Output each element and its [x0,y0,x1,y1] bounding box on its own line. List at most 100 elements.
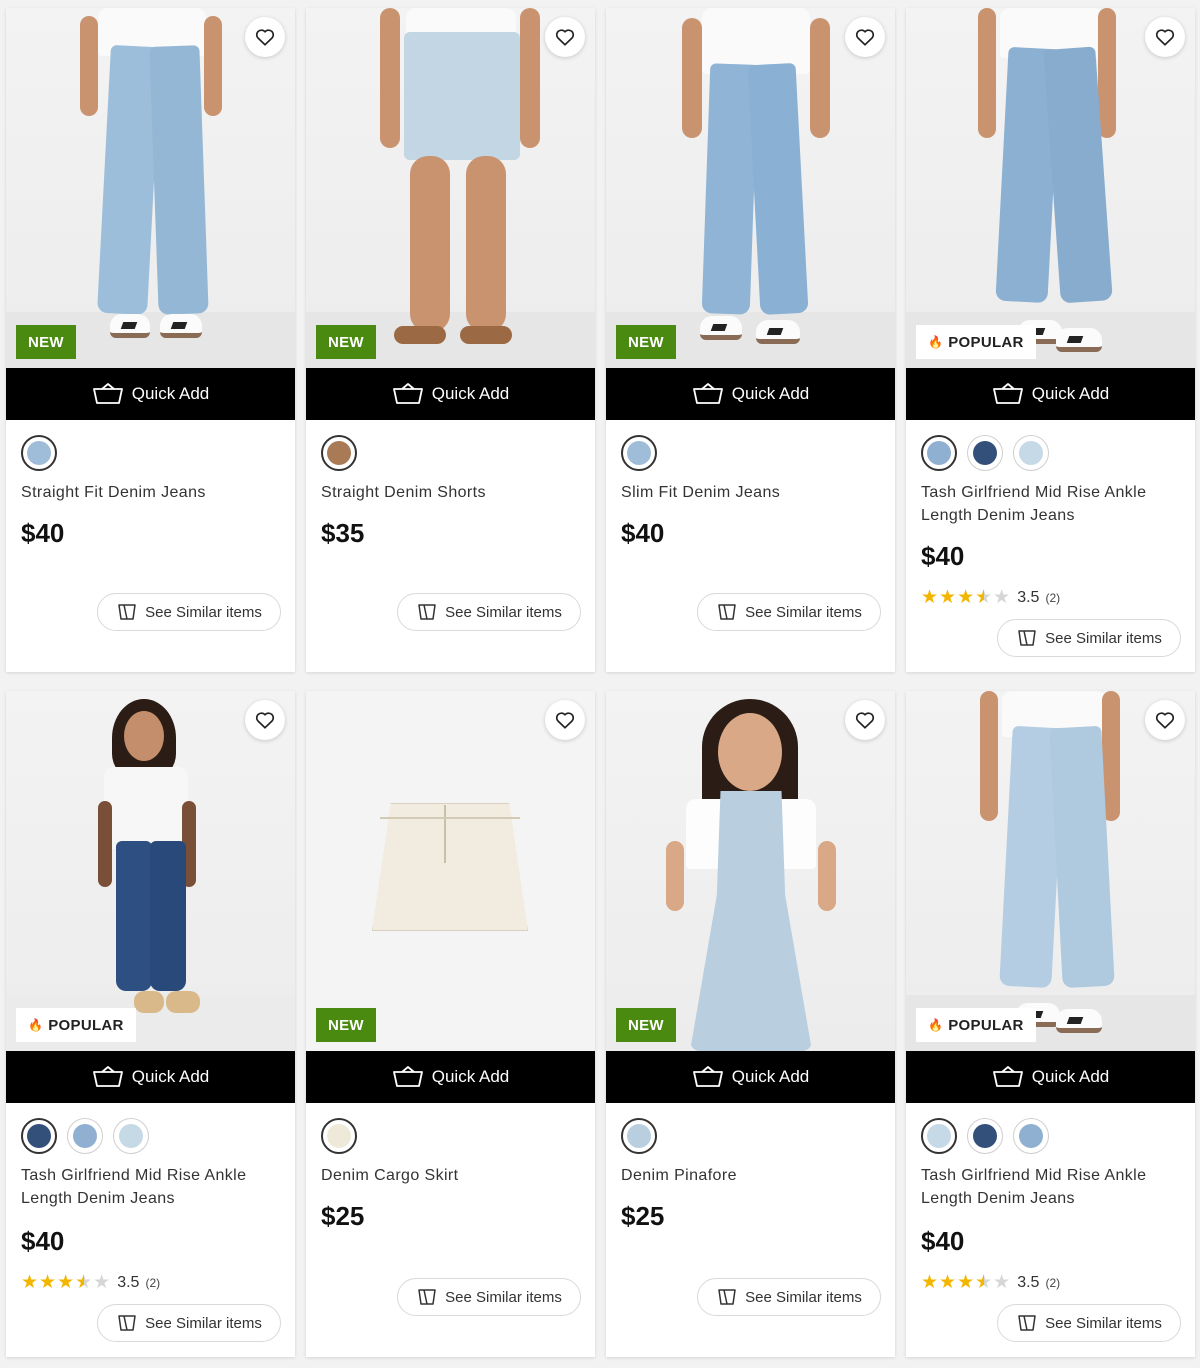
color-swatch[interactable] [321,435,357,471]
product-card[interactable]: 🔥 POPULAR Quick Add Tash Girlfriend Mid … [906,691,1195,1357]
star-rating-icon: ★★★★★ [921,1272,1012,1293]
heart-icon [255,712,275,729]
color-swatches [21,435,57,471]
see-similar-button[interactable]: See Similar items [997,1304,1181,1342]
popular-badge-label: POPULAR [48,1016,124,1034]
product-name[interactable]: Tash Girlfriend Mid Rise Ankle Length De… [921,1164,1181,1210]
product-image[interactable] [306,8,595,368]
see-similar-label: See Similar items [1045,1314,1162,1332]
quick-add-button[interactable]: Quick Add [306,1051,595,1103]
wishlist-heart-button[interactable] [245,700,285,740]
product-price: $25 [321,1201,365,1231]
color-swatch[interactable] [967,435,1003,471]
basket-icon [392,1066,423,1087]
color-swatch[interactable] [921,1118,957,1154]
product-image[interactable] [6,691,295,1051]
product-image[interactable] [906,691,1195,1051]
color-swatch[interactable] [967,1118,1003,1154]
color-swatch[interactable] [1013,1118,1049,1154]
review-count[interactable]: (2) [145,1276,160,1290]
product-image[interactable] [6,8,295,368]
product-name[interactable]: Slim Fit Denim Jeans [621,481,881,504]
product-card[interactable]: NEW Quick Add Denim Cargo Skirt $25 See … [306,691,595,1357]
quick-add-button[interactable]: Quick Add [606,1051,895,1103]
product-name[interactable]: Denim Cargo Skirt [321,1164,581,1187]
popular-badge: 🔥 POPULAR [916,325,1036,359]
product-card[interactable]: NEW Quick Add Slim Fit Denim Jeans $40 S… [606,8,895,672]
wishlist-heart-button[interactable] [845,700,885,740]
wishlist-heart-button[interactable] [1145,700,1185,740]
wishlist-heart-button[interactable] [245,17,285,57]
see-similar-button[interactable]: See Similar items [397,593,581,631]
see-similar-button[interactable]: See Similar items [97,593,281,631]
quick-add-button[interactable]: Quick Add [606,368,895,420]
quick-add-button[interactable]: Quick Add [906,1051,1195,1103]
see-similar-label: See Similar items [1045,629,1162,647]
wishlist-heart-button[interactable] [545,17,585,57]
quick-add-button[interactable]: Quick Add [6,1051,295,1103]
wishlist-heart-button[interactable] [845,17,885,57]
quick-add-label: Quick Add [1031,384,1110,403]
see-similar-button[interactable]: See Similar items [397,1278,581,1316]
flame-icon: 🔥 [28,1018,44,1032]
heart-icon [855,29,875,46]
quick-add-button[interactable]: Quick Add [906,368,1195,420]
color-swatch[interactable] [67,1118,103,1154]
color-swatch[interactable] [621,1118,657,1154]
basket-icon [392,383,423,404]
basket-icon [992,383,1023,404]
color-swatch[interactable] [21,435,57,471]
heart-icon [255,29,275,46]
popular-badge: 🔥 POPULAR [916,1008,1036,1042]
heart-icon [555,29,575,46]
see-similar-button[interactable]: See Similar items [97,1304,281,1342]
wishlist-heart-button[interactable] [1145,17,1185,57]
quick-add-button[interactable]: Quick Add [306,368,595,420]
popular-badge-label: POPULAR [948,333,1024,351]
color-swatch[interactable] [921,435,957,471]
product-image[interactable] [606,691,895,1051]
quick-add-label: Quick Add [1031,1067,1110,1086]
product-card[interactable]: NEW Quick Add Denim Pinafore $25 See Sim… [606,691,895,1357]
basket-icon [92,383,123,404]
color-swatch[interactable] [1013,435,1049,471]
new-badge: NEW [316,325,376,359]
color-swatch[interactable] [321,1118,357,1154]
product-name[interactable]: Tash Girlfriend Mid Rise Ankle Length De… [21,1164,281,1210]
wishlist-heart-button[interactable] [545,700,585,740]
see-similar-label: See Similar items [745,1288,862,1306]
quick-add-label: Quick Add [731,384,810,403]
product-image[interactable] [306,691,595,1051]
popular-badge-label: POPULAR [948,1016,1024,1034]
color-swatches [921,435,1049,471]
see-similar-button[interactable]: See Similar items [697,1278,881,1316]
color-swatch[interactable] [621,435,657,471]
review-count[interactable]: (2) [1045,591,1060,605]
product-name[interactable]: Straight Fit Denim Jeans [21,481,281,504]
product-card[interactable]: NEW Quick Add Straight Denim Shorts $35 … [306,8,595,672]
color-swatch[interactable] [21,1118,57,1154]
heart-icon [855,712,875,729]
product-name[interactable]: Straight Denim Shorts [321,481,581,504]
heart-icon [555,712,575,729]
new-badge: NEW [16,325,76,359]
quick-add-button[interactable]: Quick Add [6,368,295,420]
product-card[interactable]: 🔥 POPULAR Quick Add Tash Girlfriend Mid … [6,691,295,1357]
product-image[interactable] [606,8,895,368]
see-similar-button[interactable]: See Similar items [997,619,1181,657]
product-card[interactable]: NEW Quick Add Straight Fit Denim Jeans $… [6,8,295,672]
similar-items-icon [718,604,736,620]
review-count[interactable]: (2) [1045,1276,1060,1290]
product-name[interactable]: Tash Girlfriend Mid Rise Ankle Length De… [921,481,1181,527]
basket-icon [992,1066,1023,1087]
product-price: $35 [321,518,365,548]
product-image[interactable] [906,8,1195,368]
quick-add-label: Quick Add [431,384,510,403]
product-name[interactable]: Denim Pinafore [621,1164,881,1187]
similar-items-icon [418,1289,436,1305]
see-similar-button[interactable]: See Similar items [697,593,881,631]
product-card[interactable]: 🔥 POPULAR Quick Add Tash Girlfriend Mid … [906,8,1195,672]
popular-badge: 🔥 POPULAR [16,1008,136,1042]
see-similar-label: See Similar items [145,1314,262,1332]
color-swatch[interactable] [113,1118,149,1154]
